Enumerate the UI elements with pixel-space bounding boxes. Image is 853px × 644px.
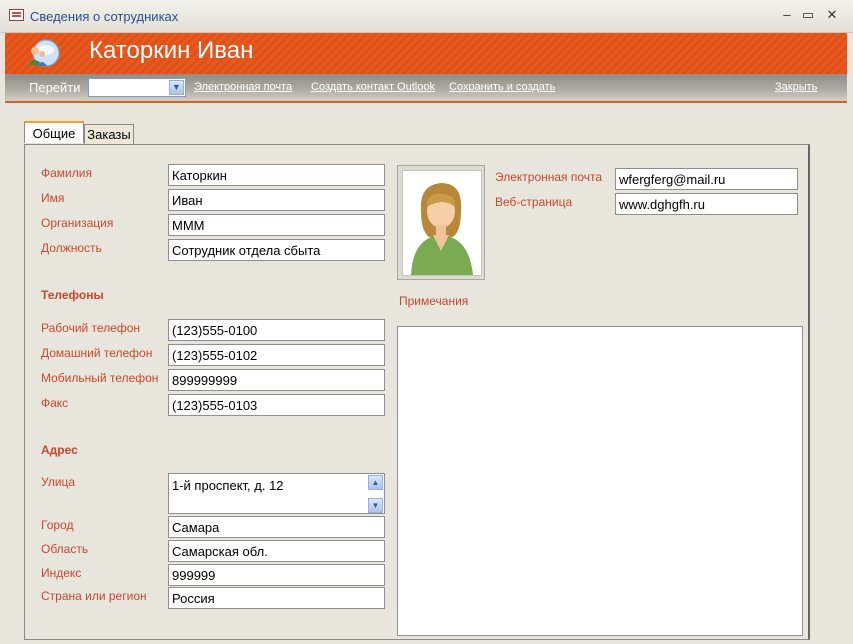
email-field[interactable]: wfergferg@mail.ru	[615, 168, 798, 190]
close-form-link[interactable]: Закрыть	[775, 81, 817, 93]
goto-combobox[interactable]: ▼	[88, 78, 186, 97]
country-label: Страна или регион	[41, 589, 147, 603]
form-icon	[9, 9, 24, 21]
goto-label: Перейти	[29, 80, 81, 95]
web-page-label: Веб-страница	[495, 195, 573, 209]
create-outlook-contact-link[interactable]: Создать контакт Outlook	[311, 81, 435, 93]
record-title: Каторкин Иван	[89, 37, 254, 64]
window-title: Сведения о сотрудниках	[30, 9, 179, 24]
city-label: Город	[41, 518, 74, 532]
email-label: Электронная почта	[495, 170, 603, 184]
web-page-field[interactable]: www.dghgfh.ru	[615, 193, 798, 215]
company-label: Организация	[41, 216, 114, 230]
save-and-new-link[interactable]: Сохранить и создать	[449, 81, 555, 93]
address-section-title: Адрес	[41, 443, 78, 457]
region-field[interactable]: Самарская обл.	[168, 540, 385, 562]
business-phone-field[interactable]: (123)555-0100	[168, 319, 385, 341]
phones-section-title: Телефоны	[41, 288, 104, 302]
email-link[interactable]: Электронная почта	[194, 81, 292, 93]
contacts-logo-icon	[28, 39, 60, 67]
last-name-label: Фамилия	[41, 166, 92, 180]
street-value: 1-й проспект, д. 12	[172, 478, 284, 493]
notes-label: Примечания	[399, 294, 469, 308]
tab-general[interactable]: Общие	[24, 121, 84, 143]
minimize-button[interactable]: –	[779, 8, 795, 22]
business-phone-label: Рабочий телефон	[41, 321, 141, 335]
street-scrollbar[interactable]: ▲ ▼	[368, 475, 383, 513]
close-window-button[interactable]: ✕	[824, 8, 840, 22]
home-phone-field[interactable]: (123)555-0102	[168, 344, 385, 366]
job-title-label: Должность	[41, 241, 102, 255]
street-label: Улица	[41, 475, 76, 489]
fax-field[interactable]: (123)555-0103	[168, 394, 385, 416]
mobile-phone-label: Мобильный телефон	[41, 371, 159, 385]
street-field[interactable]: 1-й проспект, д. 12 ▲ ▼	[168, 473, 385, 514]
home-phone-label: Домашний телефон	[41, 346, 153, 360]
city-field[interactable]: Самара	[168, 516, 385, 538]
chevron-down-icon[interactable]: ▼	[169, 80, 184, 95]
scroll-down-icon[interactable]: ▼	[368, 498, 383, 513]
zip-field[interactable]: 999999	[168, 564, 385, 586]
region-label: Область	[41, 542, 89, 556]
mobile-phone-field[interactable]: 899999999	[168, 369, 385, 391]
first-name-label: Имя	[41, 191, 65, 205]
job-title-field[interactable]: Сотрудник отдела сбыта	[168, 239, 385, 261]
toolbar: Перейти ▼ Электронная почта Создать конт…	[5, 74, 847, 103]
scroll-up-icon[interactable]: ▲	[368, 475, 383, 490]
notes-field[interactable]	[397, 326, 803, 636]
zip-label: Индекс	[41, 566, 82, 580]
country-field[interactable]: Россия	[168, 587, 385, 609]
maximize-button[interactable]: ▭	[800, 8, 816, 22]
window-title-bar: Сведения о сотрудниках – ▭ ✕	[0, 0, 853, 33]
employee-photo[interactable]	[397, 165, 485, 280]
company-field[interactable]: МММ	[168, 214, 385, 236]
first-name-field[interactable]: Иван	[168, 189, 385, 211]
fax-label: Факс	[41, 396, 69, 410]
record-header: Каторкин Иван	[5, 33, 847, 75]
person-silhouette-icon	[411, 183, 473, 275]
last-name-field[interactable]: Каторкин	[168, 164, 385, 186]
tab-orders[interactable]: Заказы	[84, 124, 134, 144]
